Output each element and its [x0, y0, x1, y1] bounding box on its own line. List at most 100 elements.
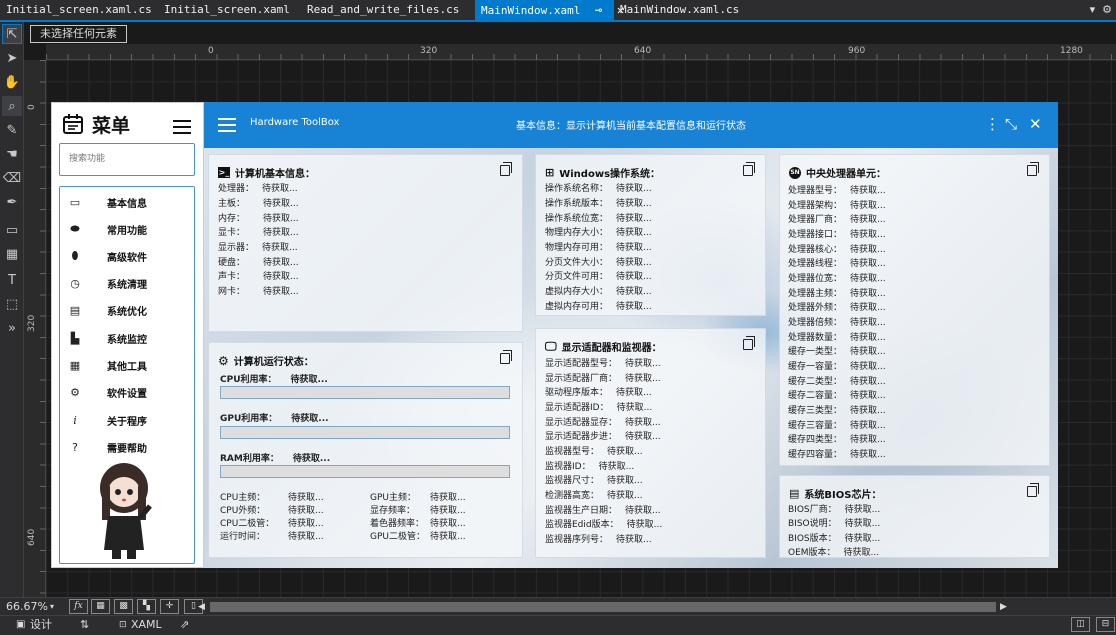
info-row: 缓存一容量： 待获取...	[788, 359, 886, 372]
grid-toggle-icon[interactable]: ▦	[91, 599, 110, 614]
copy-icon[interactable]	[743, 336, 755, 350]
effects-toggle[interactable]: fx	[69, 599, 88, 614]
copy-icon[interactable]	[743, 162, 755, 176]
tab-mainwindow-cs[interactable]: MainWindow.xaml.cs	[614, 0, 754, 20]
terminal-icon: >_	[218, 167, 230, 178]
text-icon[interactable]: T	[2, 270, 22, 290]
copy-icon[interactable]	[500, 162, 512, 176]
menu-item-monitor[interactable]: ▙ 系统监控	[60, 327, 194, 349]
info-value: 待获取...	[288, 532, 324, 542]
menu-item-help[interactable]: ? 需要帮助	[60, 436, 194, 458]
menu-item-common[interactable]: ⬬ 常用功能	[60, 218, 194, 240]
menu-item-basic-info[interactable]: ▭ 基本信息	[60, 191, 194, 213]
zoom-icon[interactable]: ⌕	[2, 96, 22, 116]
menu-item-label: 高级软件	[107, 252, 147, 264]
bug-icon: ⬮	[71, 249, 79, 262]
info-row: 显存频率： 待获取...	[370, 503, 466, 516]
info-row: 检测器高宽： 待获取...	[545, 488, 643, 501]
more-vert-icon[interactable]: ⋮	[985, 115, 1000, 133]
swap-panes-icon[interactable]: ⇅	[80, 616, 89, 634]
tab-initial-screen-cs[interactable]: Initial_screen.xaml.cs	[0, 0, 158, 20]
info-row: 网卡： 待获取...	[218, 284, 299, 297]
info-value: 待获取...	[263, 258, 299, 268]
grid-icon[interactable]: ▦	[2, 244, 22, 264]
eyedropper-icon[interactable]: ✎	[2, 120, 22, 140]
info-row: 缓存二类型： 待获取...	[788, 374, 886, 387]
search-input[interactable]: 搜索功能	[59, 143, 195, 176]
popout-icon[interactable]: ⇗	[180, 616, 189, 634]
info-value: 待获取...	[616, 535, 652, 545]
info-row: 分页文件大小： 待获取...	[545, 255, 652, 268]
tab-initial-screen-xaml[interactable]: Initial_screen.xaml	[158, 0, 301, 20]
arrow-icon[interactable]: ➤	[2, 48, 22, 68]
rectangle-icon[interactable]: ▭	[2, 220, 22, 240]
close-icon[interactable]: ✕	[1029, 115, 1042, 133]
info-key: 缓存四类型：	[788, 435, 843, 445]
card-title-text: 计算机基本信息：	[235, 169, 315, 180]
info-value: 待获取...	[616, 302, 652, 312]
info-key: 操作系统版本：	[545, 199, 609, 209]
split-vertical-icon[interactable]: ◫	[1071, 617, 1090, 632]
card-title-text: 中央处理器单元：	[806, 169, 886, 180]
info-key: 虚拟内存大小：	[545, 287, 609, 297]
info-key: 操作系统位宽：	[545, 214, 609, 224]
info-value: 待获取...	[616, 258, 652, 268]
menu-item-settings[interactable]: ⚙ 软件设置	[60, 381, 194, 403]
split-horizontal-icon[interactable]: ⊟	[1096, 617, 1115, 632]
pan-hand-icon[interactable]: ✋	[2, 72, 22, 92]
info-key: 操作系统名称：	[545, 184, 609, 194]
gear-icon[interactable]: ⚙	[1102, 3, 1112, 16]
tab-overflow-controls[interactable]: ▾ ⚙	[1090, 0, 1112, 20]
card-title: SN 中央处理器单元：	[789, 165, 886, 180]
design-view-icon: ▣	[16, 619, 26, 630]
info-key: 驱动程序版本：	[545, 388, 609, 398]
design-tab[interactable]: 设计	[30, 616, 52, 634]
info-value: 待获取...	[850, 186, 886, 196]
info-row: 缓存一类型： 待获取...	[788, 344, 886, 357]
tab-label: Read_and_write_files.cs	[307, 3, 460, 16]
menu-item-optimize[interactable]: ▤ 系统优化	[60, 299, 194, 321]
info-value: 待获取...	[850, 377, 886, 387]
minimize-icon[interactable]: ⤡	[1005, 115, 1017, 133]
info-value: 待获取...	[616, 272, 652, 282]
usage-value: 待获取...	[292, 454, 331, 464]
pin-icon[interactable]: ⊸	[595, 3, 602, 17]
menu-item-tools[interactable]: ▦ 其他工具	[60, 354, 194, 376]
checkerboard-icon[interactable]: ▚	[137, 599, 156, 614]
pen-icon[interactable]: ✒	[2, 192, 22, 212]
gears-icon: ⚙	[218, 353, 229, 368]
scroll-right-icon[interactable]: ▶	[1000, 598, 1007, 616]
eraser-icon[interactable]: ⌫	[2, 168, 22, 188]
info-value: 待获取...	[850, 333, 886, 343]
tab-mainwindow-xaml[interactable]: MainWindow.xaml ⊸ ✕	[475, 0, 624, 20]
ruler-label: 320	[27, 314, 37, 332]
tab-read-write-files[interactable]: Read_and_write_files.cs	[301, 0, 475, 20]
zoom-dropdown-icon[interactable]: ▾	[50, 598, 54, 616]
select-pointer-icon[interactable]: ⇱	[2, 24, 22, 44]
card-cpu: SN 中央处理器单元： 处理器型号： 待获取... 处理器架构： 待获取... 处理器…	[779, 154, 1050, 466]
menu-item-advanced[interactable]: ⬮ 高级软件	[60, 245, 194, 267]
snap-grid-icon[interactable]: ▩	[114, 599, 133, 614]
copy-icon[interactable]	[1027, 162, 1039, 176]
hamburger-icon[interactable]	[218, 118, 236, 132]
info-key: 监视器型号：	[545, 447, 600, 457]
info-value: 待获取...	[430, 519, 466, 529]
zoom-level[interactable]: 66.67%	[6, 598, 48, 616]
info-row: CPU二极管： 待获取...	[220, 516, 324, 529]
info-value: 待获取...	[288, 506, 324, 516]
scroll-left-icon[interactable]: ◀	[198, 598, 205, 616]
dropdown-icon[interactable]: ▾	[1090, 3, 1096, 16]
copy-icon[interactable]	[1027, 483, 1039, 497]
menu-item-clean[interactable]: ◷ 系统清理	[60, 272, 194, 294]
pointer-box-icon[interactable]: ⬚	[2, 294, 22, 314]
copy-icon[interactable]	[500, 350, 512, 364]
tab-label: Initial_screen.xaml.cs	[6, 3, 152, 16]
app-window-preview[interactable]: 菜单 搜索功能 ▭ 基本信息 ⬬ 常用功能 ⬮ 高级软件 ◷ 系统清理 ▤ 系统优化 ▙ 系…	[51, 102, 1058, 568]
horizontal-scrollbar[interactable]	[210, 602, 996, 612]
menu-toggle-icon[interactable]	[173, 120, 191, 134]
expand-icon[interactable]: »	[2, 318, 22, 338]
snap-lines-icon[interactable]: ✛	[160, 599, 179, 614]
paint-hand-icon[interactable]: ☚	[2, 144, 22, 164]
menu-item-about[interactable]: i 关于程序	[60, 409, 194, 431]
xaml-tab[interactable]: XAML	[131, 616, 162, 634]
